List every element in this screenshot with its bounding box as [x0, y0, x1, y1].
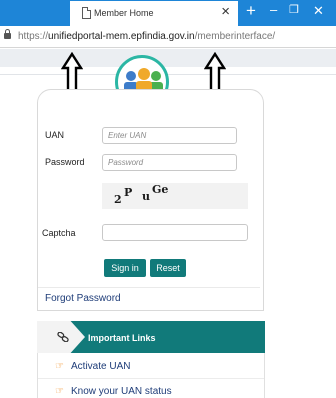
window-close-icon[interactable]: ✕: [313, 4, 324, 17]
activate-uan-link[interactable]: Activate UAN: [71, 361, 130, 372]
tab-title: Member Home: [94, 8, 154, 18]
reset-button[interactable]: Reset: [150, 259, 186, 277]
minimize-icon[interactable]: –: [270, 3, 277, 16]
pointing-hand-icon: ☞: [55, 386, 64, 397]
divider: [38, 378, 264, 379]
captcha-image: 2 P u Ge: [102, 183, 248, 209]
password-label: Password: [45, 157, 85, 167]
browser-tab[interactable]: Member Home ×: [70, 1, 238, 26]
link-chain-icon: [57, 332, 69, 342]
captcha-char: u: [142, 190, 150, 203]
uan-input[interactable]: [102, 127, 237, 144]
pointing-hand-icon: ☞: [55, 361, 64, 372]
address-bar[interactable]: https://unifiedportal-mem.epfindia.gov.i…: [0, 26, 336, 48]
uan-label: UAN: [45, 130, 65, 140]
password-input[interactable]: [102, 154, 237, 171]
captcha-char: Ge: [152, 183, 169, 196]
divider: [38, 287, 260, 288]
know-uan-status-link[interactable]: Know your UAN status: [71, 386, 172, 397]
new-tab-icon[interactable]: +: [246, 2, 256, 19]
sign-in-button[interactable]: Sign in: [104, 259, 146, 277]
captcha-char: 2: [114, 193, 122, 206]
browser-tab-strip: Member Home × + – ❐ ✕: [0, 0, 336, 26]
url-path: /memberinterface/: [194, 31, 276, 42]
captcha-label: Captcha: [42, 228, 76, 238]
captcha-char: P: [124, 186, 133, 199]
close-tab-icon[interactable]: ×: [221, 4, 230, 19]
header-strip: [0, 49, 336, 67]
url-text[interactable]: https://unifiedportal-mem.epfindia.gov.i…: [18, 31, 275, 42]
document-icon: [82, 7, 91, 19]
captcha-input[interactable]: [102, 224, 248, 241]
important-links-title: Important Links: [88, 333, 156, 343]
url-host: unifiedportal-mem.epfindia.gov.in: [48, 31, 195, 42]
forgot-password-link[interactable]: Forgot Password: [45, 293, 121, 304]
url-protocol: https://: [18, 31, 49, 42]
restore-icon[interactable]: ❐: [289, 5, 299, 16]
lock-icon: [4, 29, 11, 39]
